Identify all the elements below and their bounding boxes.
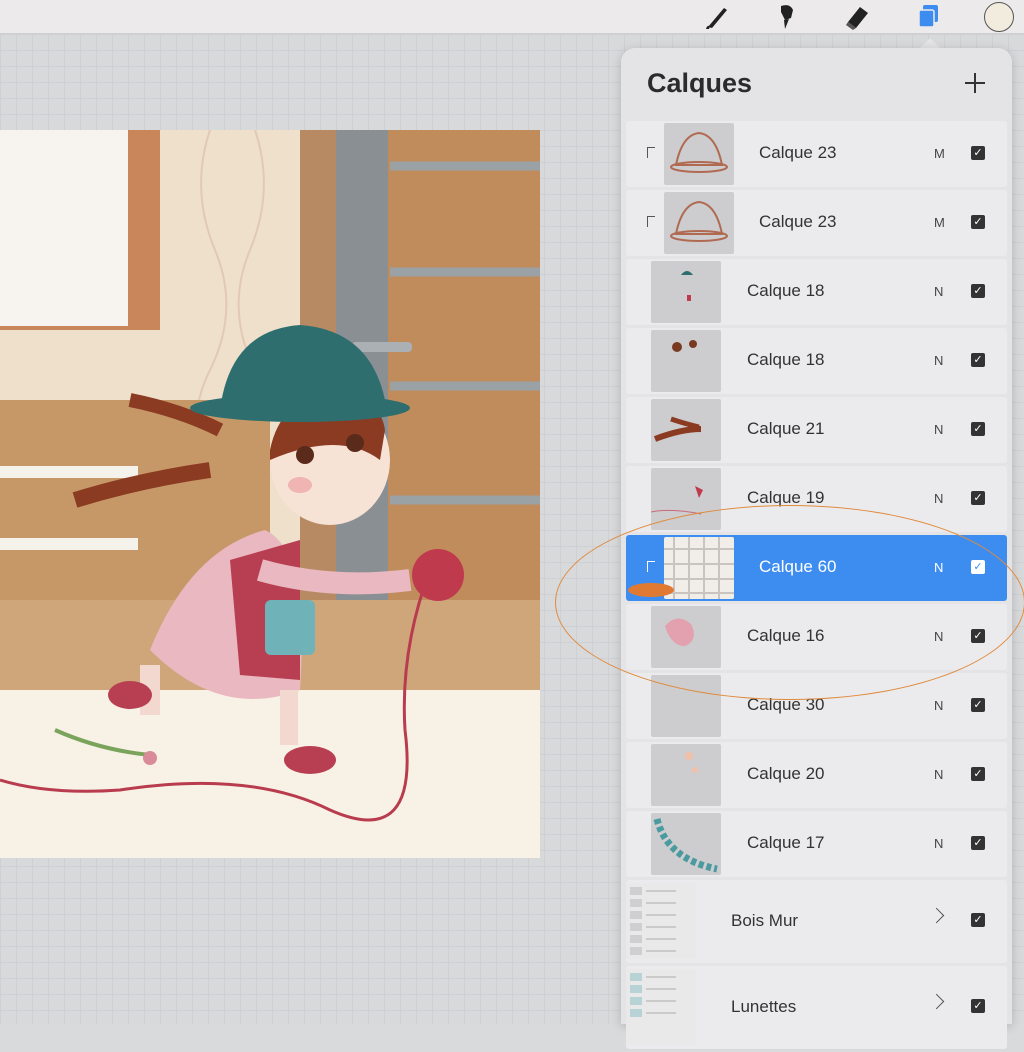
smudge-icon[interactable] [766,0,806,33]
layer-name: Calque 30 [747,695,825,714]
eraser-icon[interactable] [837,0,877,33]
visibility-checkbox[interactable]: ✓ [971,422,985,436]
blend-mode-button[interactable]: N [934,560,943,575]
blend-mode-button[interactable]: M [934,215,945,230]
layer-name: Calque 17 [747,833,825,852]
layer-row[interactable]: Calque 18 N ✓ [626,259,1007,325]
visibility-checkbox[interactable]: ✓ [971,284,985,298]
layer-thumbnail [651,261,721,323]
layer-row[interactable]: Calque 23 M ✓ [626,190,1007,256]
layer-row[interactable]: Calque 23 M ✓ [626,121,1007,187]
layer-thumbnail [651,675,721,737]
plus-icon[interactable] [961,70,989,98]
annotation-mark [628,583,674,597]
group-thumbnail [626,969,696,1045]
clipping-mask-icon [647,216,655,227]
layer-thumbnail [664,537,734,599]
chevron-right-icon[interactable] [928,993,945,1010]
group-thumbnail [626,883,696,959]
layer-row-selected[interactable]: Calque 60 N ✓ [626,535,1007,601]
layers-list: Calque 23 M ✓ Calque 23 M ✓ Calque 18 N … [626,121,1007,1052]
layer-name: Calque 60 [759,557,837,576]
visibility-checkbox[interactable]: ✓ [971,353,985,367]
layer-group-row[interactable]: Bois Mur ✓ [626,880,1007,963]
blend-mode-button[interactable]: N [934,836,943,851]
layer-thumbnail [651,813,721,875]
visibility-checkbox[interactable]: ✓ [971,560,985,574]
layers-icon[interactable] [908,0,948,33]
blend-mode-button[interactable]: M [934,146,945,161]
visibility-checkbox[interactable]: ✓ [971,698,985,712]
clipping-mask-icon [647,147,655,158]
blend-mode-button[interactable]: N [934,767,943,782]
visibility-checkbox[interactable]: ✓ [971,146,985,160]
layer-name: Calque 16 [747,626,825,645]
artwork-canvas[interactable] [0,130,540,858]
blend-mode-button[interactable]: N [934,422,943,437]
layers-panel: Calques Calque 23 M ✓ Calque 23 M ✓ Calq… [621,48,1012,1049]
panel-title: Calques [647,68,753,98]
layer-name: Calque 23 [759,212,837,231]
group-name: Bois Mur [731,911,799,930]
layer-name: Calque 23 [759,143,837,162]
layer-thumbnail [664,192,734,254]
visibility-checkbox[interactable]: ✓ [971,767,985,781]
layer-name: Calque 19 [747,488,825,507]
blend-mode-button[interactable]: N [934,353,943,368]
layer-row[interactable]: Calque 18 N ✓ [626,328,1007,394]
layer-thumbnail [651,330,721,392]
layer-thumbnail [651,744,721,806]
layer-thumbnail [651,468,721,530]
chevron-right-icon[interactable] [928,907,945,924]
blend-mode-button[interactable]: N [934,629,943,644]
layer-thumbnail [651,606,721,668]
layer-thumbnail [664,123,734,185]
brush-icon[interactable] [697,0,737,33]
layer-row[interactable]: Calque 19 N ✓ [626,466,1007,532]
visibility-checkbox[interactable]: ✓ [971,836,985,850]
top-toolbar [0,0,1024,34]
visibility-checkbox[interactable]: ✓ [971,629,985,643]
group-name: Lunettes [731,997,797,1016]
layer-name: Calque 21 [747,419,825,438]
visibility-checkbox[interactable]: ✓ [971,913,985,927]
layer-row[interactable]: Calque 20 N ✓ [626,742,1007,808]
layer-name: Calque 18 [747,350,825,369]
visibility-checkbox[interactable]: ✓ [971,999,985,1013]
layer-row[interactable]: Calque 21 N ✓ [626,397,1007,463]
blend-mode-button[interactable]: N [934,491,943,506]
visibility-checkbox[interactable]: ✓ [971,215,985,229]
color-swatch[interactable] [979,0,1019,33]
blend-mode-button[interactable]: N [934,698,943,713]
layer-row[interactable]: Calque 16 N ✓ [626,604,1007,670]
layer-group-row[interactable]: Lunettes ✓ [626,966,1007,1049]
layer-name: Calque 20 [747,764,825,783]
layer-row[interactable]: Calque 17 N ✓ [626,811,1007,877]
layer-row[interactable]: Calque 30 N ✓ [626,673,1007,739]
visibility-checkbox[interactable]: ✓ [971,491,985,505]
blend-mode-button[interactable]: N [934,284,943,299]
layer-name: Calque 18 [747,281,825,300]
layer-thumbnail [651,399,721,461]
clipping-mask-icon [647,561,655,572]
